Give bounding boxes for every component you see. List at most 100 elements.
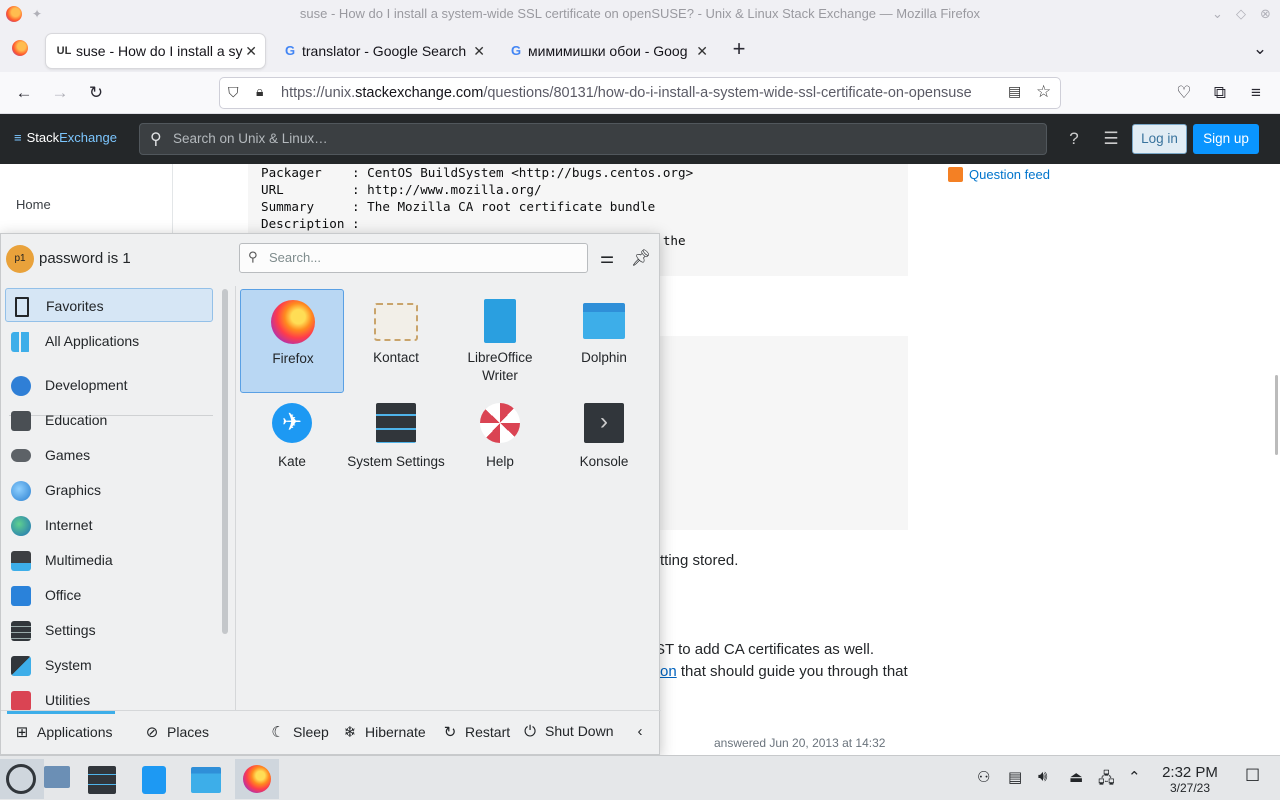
clipboard-icon[interactable]: ▤: [1008, 768, 1022, 786]
site-search-input[interactable]: ⚲ Search on Unix & Linux…: [139, 123, 1047, 155]
kdeconnect-icon[interactable]: ⚇: [977, 768, 990, 786]
login-button[interactable]: Log in: [1132, 124, 1187, 154]
category-internet[interactable]: Internet: [5, 508, 213, 542]
close-window-icon[interactable]: ⊗: [1260, 0, 1271, 28]
launcher-search-input[interactable]: ⚲ Search...: [239, 243, 588, 273]
list-tabs-icon[interactable]: ⌄: [1246, 36, 1274, 62]
minimize-icon[interactable]: ⌄: [1212, 0, 1223, 28]
nav-home-link[interactable]: Home: [16, 197, 51, 212]
app-dolphin[interactable]: Dolphin: [552, 289, 656, 393]
compass-icon: ⊘: [145, 724, 159, 741]
app-konsole[interactable]: › Konsole: [552, 393, 656, 497]
maximize-icon[interactable]: ◇: [1236, 0, 1246, 28]
grid-icon: ⊞: [15, 724, 29, 741]
lock-icon[interactable]: 🔒︎: [256, 83, 263, 100]
category-settings[interactable]: Settings: [5, 613, 213, 647]
app-libreoffice-writer[interactable]: LibreOffice Writer: [448, 289, 552, 393]
new-tab-icon[interactable]: +: [725, 36, 753, 62]
shield-icon[interactable]: ⛉: [228, 84, 239, 101]
category-system[interactable]: System: [5, 648, 213, 682]
bookmark-icon: [15, 297, 29, 317]
close-tab-icon[interactable]: ✕: [245, 34, 257, 68]
page-scrollbar[interactable]: [1275, 375, 1278, 455]
stackexchange-logo[interactable]: ≡ StackExchange: [14, 130, 117, 145]
tab-stackexchange[interactable]: UL suse - How do I install a sy ✕: [46, 34, 265, 68]
search-icon: ⚲: [150, 131, 162, 148]
question-feed-link[interactable]: Question feed: [948, 167, 1050, 182]
power-icon: ⏻: [524, 723, 536, 740]
network-icon[interactable]: 🖧︎: [1098, 768, 1115, 793]
forward-icon[interactable]: →: [46, 80, 74, 106]
shutdown-button[interactable]: ⏻ Shut Down: [521, 723, 613, 740]
tab-translator[interactable]: G translator - Google Search ✕: [272, 34, 493, 68]
back-icon[interactable]: ←: [10, 80, 38, 106]
task-discover[interactable]: [132, 759, 176, 799]
graphics-icon: [11, 481, 31, 501]
multimedia-icon: [11, 551, 31, 571]
app-kontact[interactable]: Kontact: [344, 289, 448, 393]
places-tab[interactable]: ⊘ Places: [143, 723, 209, 741]
category-office[interactable]: Office: [5, 578, 213, 612]
category-all-applications[interactable]: All Applications: [5, 324, 213, 358]
close-tab-icon[interactable]: ✕: [473, 34, 485, 68]
reader-view-icon[interactable]: ▤: [1008, 83, 1021, 100]
volume-icon[interactable]: 🔊︎: [1038, 768, 1047, 785]
gamepad-icon: [11, 449, 31, 462]
more-options-button[interactable]: ‹: [631, 723, 655, 740]
application-launcher: p1 password is 1 ⚲ Search... ⚌ 📌︎ Favori…: [0, 233, 661, 755]
category-graphics[interactable]: Graphics: [5, 473, 213, 507]
configure-icon[interactable]: ⚌: [594, 246, 620, 272]
help-icon[interactable]: ?: [1060, 126, 1088, 152]
firefox-icon: [243, 765, 271, 793]
show-desktop-icon[interactable]: ☐: [1245, 766, 1260, 786]
category-multimedia[interactable]: Multimedia: [5, 543, 213, 577]
app-system-settings[interactable]: System Settings: [344, 393, 448, 497]
avatar[interactable]: p1: [6, 245, 34, 273]
url-text[interactable]: https://unix.stackexchange.com/questions…: [281, 78, 972, 108]
terminal-icon: ›: [584, 403, 624, 443]
category-scrollbar[interactable]: [222, 289, 228, 634]
extensions-icon[interactable]: ⧉: [1206, 80, 1234, 106]
category-games[interactable]: Games: [5, 438, 213, 472]
clock[interactable]: 2:32 PM 3/27/23: [1155, 764, 1225, 795]
applications-tab[interactable]: ⊞ Applications: [13, 723, 113, 741]
pin-launcher-icon[interactable]: 📌︎: [628, 246, 654, 272]
rss-icon: [948, 167, 963, 182]
code-line: Description :: [261, 216, 360, 231]
category-development[interactable]: Development: [5, 368, 213, 402]
restart-button[interactable]: ↻ Restart: [441, 723, 510, 741]
sleep-button[interactable]: ☾ Sleep: [269, 723, 329, 741]
chevron-up-icon[interactable]: ⌃: [1128, 768, 1141, 786]
site-switcher-icon[interactable]: ☰: [1097, 126, 1125, 152]
development-icon: [11, 376, 31, 396]
signup-button[interactable]: Sign up: [1193, 124, 1259, 154]
app-help[interactable]: Help: [448, 393, 552, 497]
bookmark-star-icon[interactable]: ☆: [1036, 82, 1051, 102]
close-tab-icon[interactable]: ✕: [696, 34, 708, 68]
task-dolphin[interactable]: [184, 759, 228, 799]
app-kate[interactable]: ✈ Kate: [240, 393, 344, 497]
usb-icon[interactable]: ⏏: [1069, 768, 1083, 786]
answer-link[interactable]: on: [660, 663, 677, 680]
app-firefox[interactable]: Firefox: [240, 289, 344, 393]
url-bar[interactable]: ⛉ 🔒︎ https://unix.stackexchange.com/ques…: [219, 77, 1061, 109]
category-education[interactable]: Education: [5, 403, 213, 437]
reload-icon[interactable]: ↻: [82, 80, 110, 106]
firefox-view-icon[interactable]: [6, 36, 34, 62]
task-system-settings[interactable]: [80, 759, 124, 799]
category-favorites[interactable]: Favorites: [5, 288, 213, 322]
tab-label: мимимишки обои - Goog: [528, 43, 688, 59]
firefox-icon: [6, 6, 22, 22]
navigation-bar: ← → ↻ ⛉ 🔒︎ https://unix.stackexchange.co…: [0, 72, 1280, 114]
task-firefox[interactable]: [235, 759, 279, 799]
code-block-2: [640, 336, 908, 530]
hibernate-button[interactable]: ❄ Hibernate: [341, 723, 426, 741]
show-desktop-button[interactable]: [36, 759, 80, 799]
folder-icon: [191, 767, 221, 793]
tab-mimimishki[interactable]: G мимимишки обои - Goog ✕: [498, 34, 716, 68]
app-grid: Firefox Kontact LibreOffice Writer Dolph…: [239, 288, 659, 708]
menu-icon[interactable]: ≡: [1242, 80, 1270, 106]
pocket-icon[interactable]: ♡: [1170, 80, 1198, 106]
answered-timestamp: answered Jun 20, 2013 at 14:32: [714, 736, 886, 750]
pin-icon[interactable]: ✦: [32, 0, 42, 28]
